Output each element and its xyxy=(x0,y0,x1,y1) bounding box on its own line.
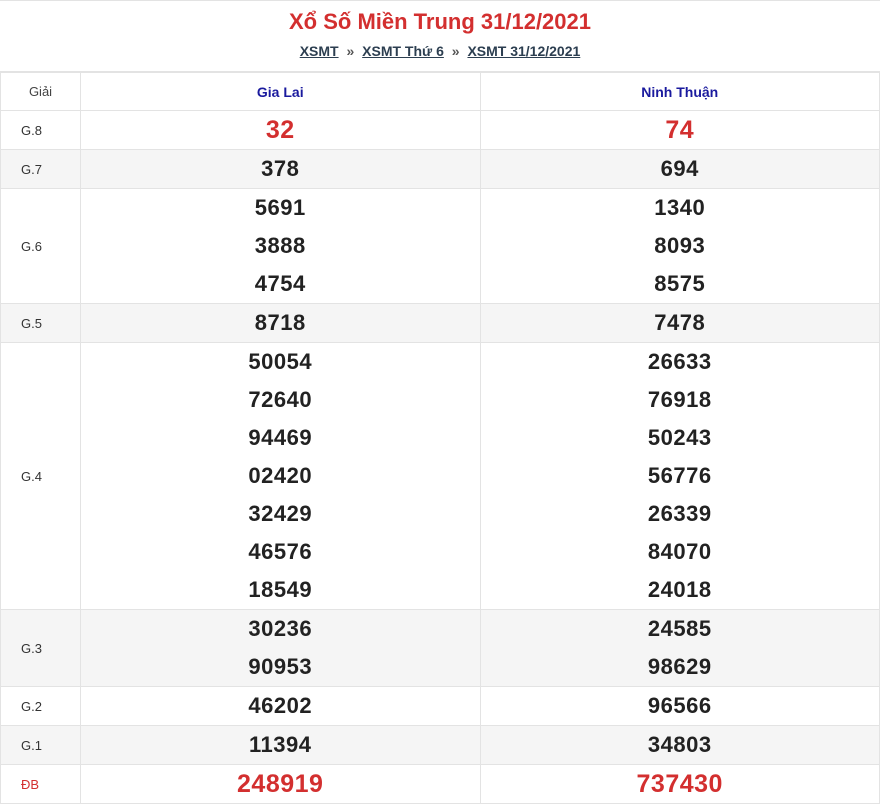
table-row: G.2 46202 96566 xyxy=(0,686,880,726)
page-header: Xổ Số Miền Trung 31/12/2021 XSMT » XSMT … xyxy=(0,0,880,72)
result-number: 30236 xyxy=(248,616,313,641)
result-number: 46576 xyxy=(248,539,313,564)
result-number: 26339 xyxy=(647,501,712,526)
result-number: 46202 xyxy=(248,693,313,718)
result-number: 26633 xyxy=(647,349,712,374)
ninh-thuan-cell: 96566 xyxy=(479,686,880,726)
ninh-thuan-cell: 694 xyxy=(479,149,880,189)
prize-label: G.3 xyxy=(0,609,81,687)
result-number: 72640 xyxy=(248,387,313,412)
breadcrumb-link-xsmt-thu6[interactable]: XSMT Thứ 6 xyxy=(362,43,444,59)
result-number: 76918 xyxy=(647,387,712,412)
result-number: 8575 xyxy=(654,271,706,296)
result-number: 8093 xyxy=(654,233,706,258)
ninh-thuan-cell: 74 xyxy=(479,110,880,150)
result-number: 50054 xyxy=(248,349,313,374)
prize-column-header: Giải xyxy=(0,72,81,111)
prize-label: ĐB xyxy=(0,764,81,804)
result-number: 8718 xyxy=(254,310,306,335)
prize-label: G.5 xyxy=(0,303,81,343)
ninh-thuan-cell: 24585 98629 xyxy=(479,609,880,687)
result-number: 737430 xyxy=(636,770,723,798)
prize-label: G.7 xyxy=(0,149,81,189)
result-number: 84070 xyxy=(647,539,712,564)
province-header-gia-lai[interactable]: Gia Lai xyxy=(80,72,481,111)
result-number: 96566 xyxy=(647,693,712,718)
result-number: 90953 xyxy=(248,654,313,679)
page-title: Xổ Số Miền Trung 31/12/2021 xyxy=(289,9,591,34)
gia-lai-cell: 11394 xyxy=(80,725,481,765)
table-row: G.7 378 694 xyxy=(0,149,880,189)
result-number: 74 xyxy=(665,116,695,144)
prize-label: G.1 xyxy=(0,725,81,765)
prize-label: G.4 xyxy=(0,342,81,610)
result-number: 32429 xyxy=(248,501,313,526)
prize-label: G.2 xyxy=(0,686,81,726)
result-number: 24018 xyxy=(647,577,712,602)
result-number: 694 xyxy=(660,156,699,181)
result-number: 98629 xyxy=(647,654,712,679)
prize-label: G.6 xyxy=(0,188,81,304)
result-number: 1340 xyxy=(654,195,706,220)
breadcrumb-separator: » xyxy=(346,43,355,59)
gia-lai-cell: 8718 xyxy=(80,303,481,343)
table-row: G.1 11394 34803 xyxy=(0,725,880,765)
result-number: 50243 xyxy=(647,425,712,450)
prize-label: G.8 xyxy=(0,110,81,150)
gia-lai-cell: 5691 3888 4754 xyxy=(80,188,481,304)
table-row: G.3 30236 90953 24585 98629 xyxy=(0,609,880,687)
ninh-thuan-cell: 34803 xyxy=(479,725,880,765)
result-number: 378 xyxy=(261,156,300,181)
result-number: 248919 xyxy=(237,770,324,798)
breadcrumb-separator: » xyxy=(451,43,460,59)
ninh-thuan-cell: 7478 xyxy=(479,303,880,343)
ninh-thuan-cell: 1340 8093 8575 xyxy=(479,188,880,304)
table-row: G.5 8718 7478 xyxy=(0,303,880,343)
table-row: G.8 32 74 xyxy=(0,110,880,150)
gia-lai-cell: 32 xyxy=(80,110,481,150)
breadcrumb-link-xsmt-date[interactable]: XSMT 31/12/2021 xyxy=(467,43,580,59)
gia-lai-cell: 378 xyxy=(80,149,481,189)
result-number: 5691 xyxy=(254,195,306,220)
ninh-thuan-cell: 737430 xyxy=(479,764,880,804)
gia-lai-cell: 30236 90953 xyxy=(80,609,481,687)
result-number: 24585 xyxy=(647,616,712,641)
result-number: 02420 xyxy=(248,463,313,488)
gia-lai-cell: 248919 xyxy=(80,764,481,804)
result-number: 3888 xyxy=(254,233,306,258)
ninh-thuan-cell: 26633 76918 50243 56776 26339 84070 24018 xyxy=(479,342,880,610)
breadcrumb: XSMT » XSMT Thứ 6 » XSMT 31/12/2021 xyxy=(0,43,880,59)
table-row: G.4 50054 72640 94469 02420 32429 46576 18549 26… xyxy=(0,342,880,610)
table-header-row: Giải Gia Lai Ninh Thuận xyxy=(0,72,880,111)
gia-lai-cell: 46202 xyxy=(80,686,481,726)
results-body: G.8 32 74 G.7 378 694 G.6 5691 3888 4754 1340 8093 8… xyxy=(0,110,880,804)
table-row: ĐB 248919 737430 xyxy=(0,764,880,804)
table-row: G.6 5691 3888 4754 1340 8093 8575 xyxy=(0,188,880,304)
province-header-ninh-thuan[interactable]: Ninh Thuận xyxy=(479,72,880,111)
results-table: Giải Gia Lai Ninh Thuận G.8 32 74 G.7 378 694… xyxy=(0,72,880,804)
result-number: 34803 xyxy=(647,732,712,757)
result-number: 11394 xyxy=(249,732,312,757)
result-number: 4754 xyxy=(254,271,306,296)
result-number: 18549 xyxy=(248,577,313,602)
result-number: 56776 xyxy=(647,463,712,488)
result-number: 7478 xyxy=(654,310,706,335)
breadcrumb-link-xsmt[interactable]: XSMT xyxy=(300,43,339,59)
result-number: 94469 xyxy=(248,425,313,450)
gia-lai-cell: 50054 72640 94469 02420 32429 46576 18549 xyxy=(80,342,481,610)
result-number: 32 xyxy=(265,116,295,144)
